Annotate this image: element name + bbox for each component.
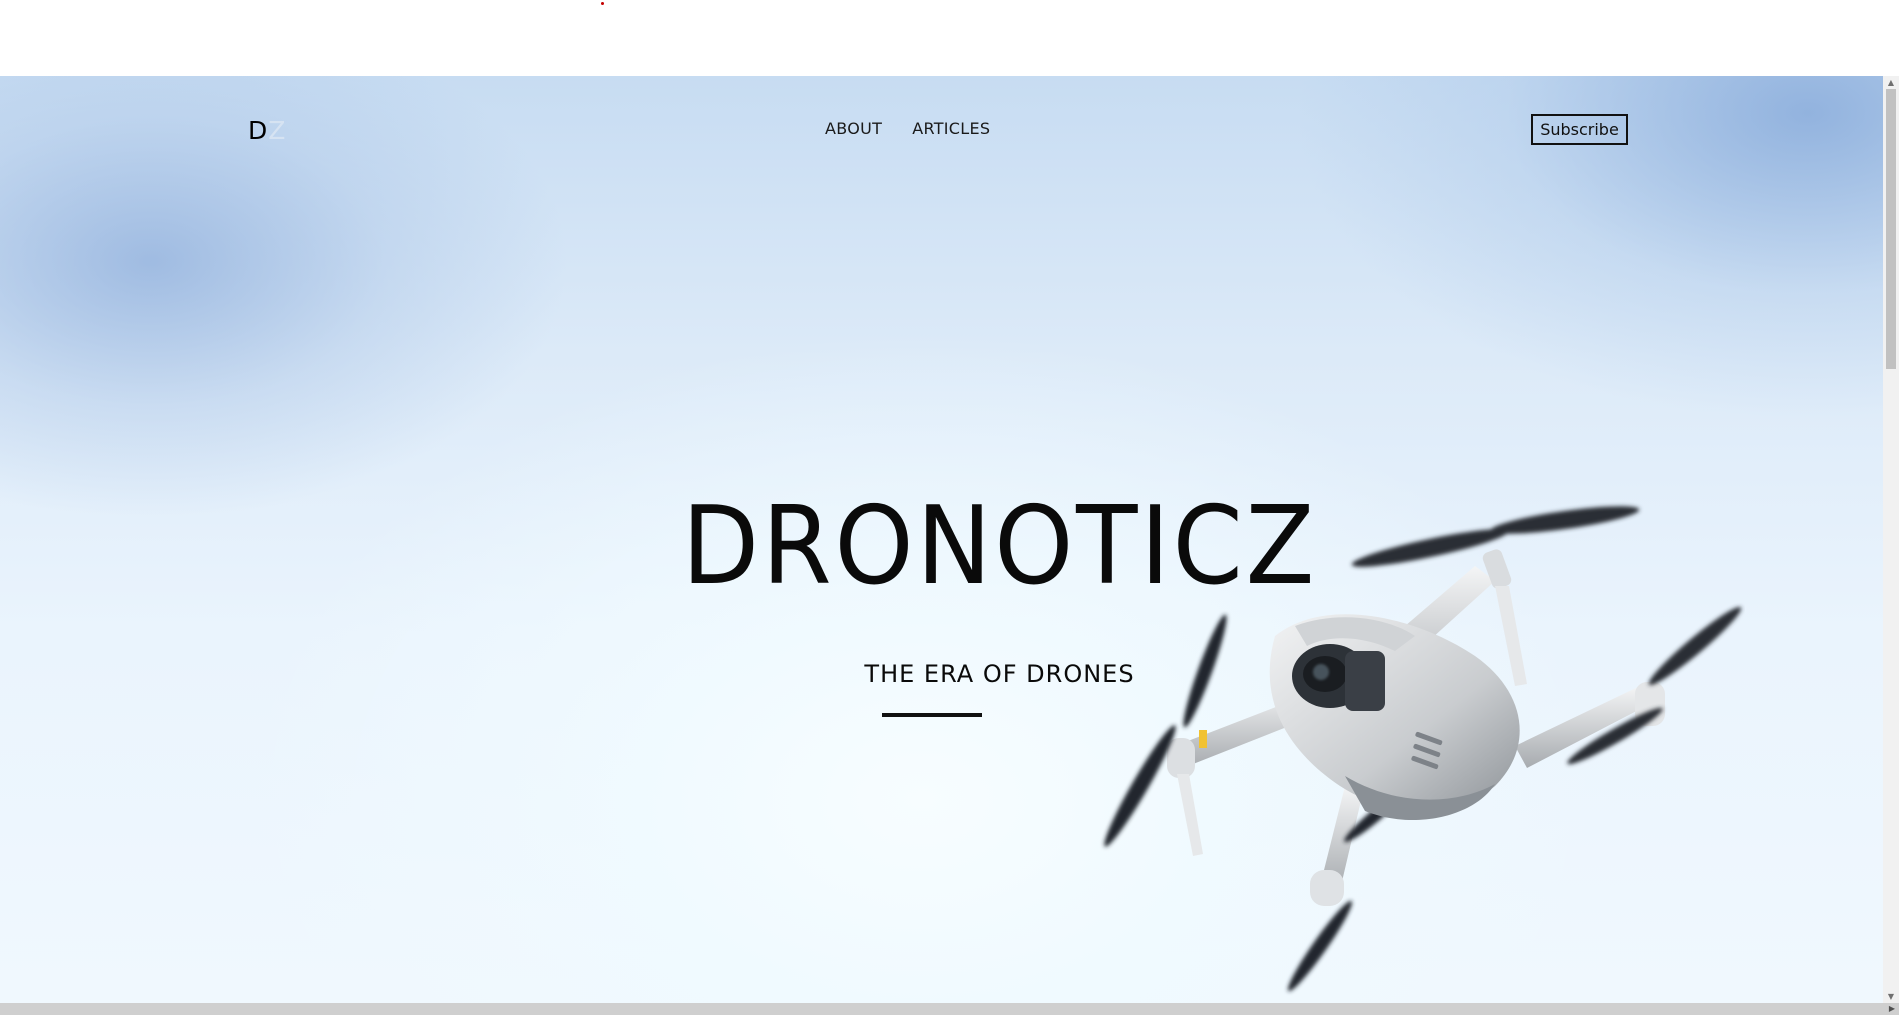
hero-divider <box>882 713 982 717</box>
site-logo[interactable]: DZ <box>248 116 286 145</box>
vertical-scrollbar[interactable]: ▲ ▼ <box>1883 76 1899 1003</box>
hero-subtitle: THE ERA OF DRONES <box>864 660 1135 688</box>
triangle-right-icon[interactable]: ▶ <box>1889 1004 1895 1013</box>
hero-title: DRONOTICZ <box>681 484 1318 609</box>
hero-section: DZ ABOUT ARTICLES Subscribe DRONOTICZ TH… <box>0 76 1883 1003</box>
horizontal-scrollbar[interactable]: ▶ <box>0 1003 1899 1015</box>
logo-letter-z: Z <box>268 116 287 145</box>
subscribe-button[interactable]: Subscribe <box>1531 114 1628 145</box>
logo-letter-d: D <box>248 116 269 145</box>
nav-about-link[interactable]: ABOUT <box>825 119 882 138</box>
main-nav: ABOUT ARTICLES <box>825 119 990 138</box>
triangle-down-icon[interactable]: ▼ <box>1883 990 1899 1003</box>
browser-top-area <box>0 0 1899 76</box>
nav-articles-link[interactable]: ARTICLES <box>912 119 990 138</box>
scrollbar-thumb[interactable] <box>1886 89 1896 369</box>
triangle-up-icon[interactable]: ▲ <box>1883 76 1899 89</box>
red-dot-marker <box>601 2 604 5</box>
